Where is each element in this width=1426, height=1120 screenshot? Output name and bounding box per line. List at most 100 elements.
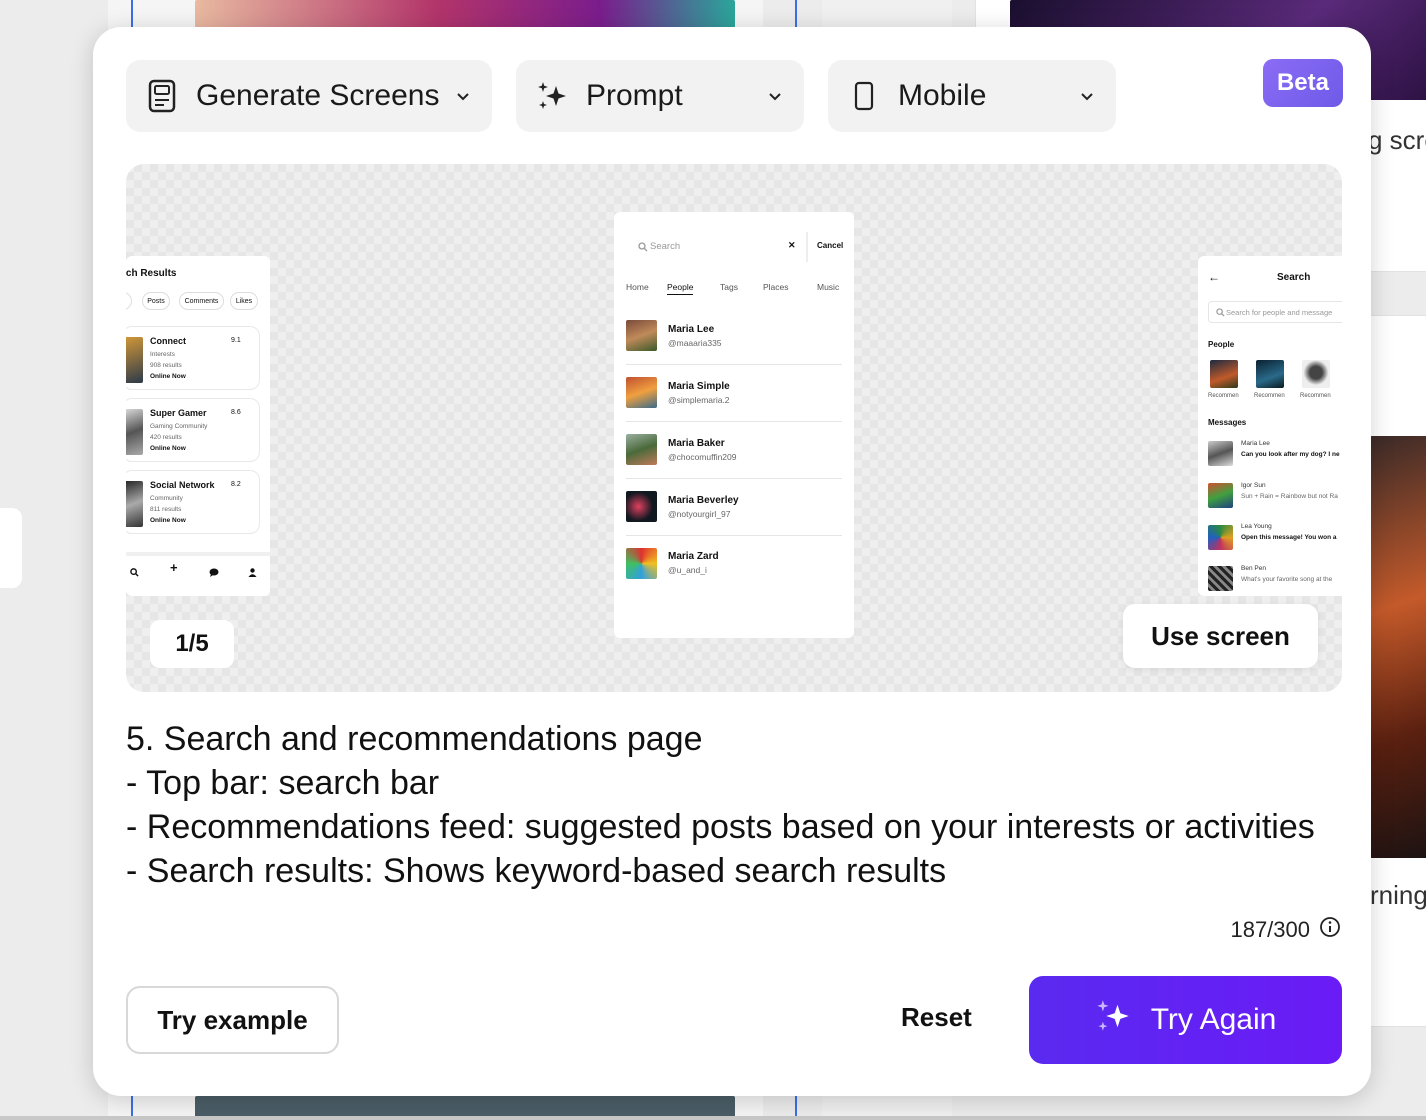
bottom-scrollbar[interactable]	[0, 1116, 1426, 1120]
add-icon[interactable]: +	[170, 560, 178, 575]
filter-pill: Comments	[179, 292, 224, 310]
result-thumbnail	[126, 409, 143, 455]
tab-tags[interactable]: Tags	[720, 282, 738, 292]
search-icon[interactable]	[130, 568, 139, 579]
prompt-line: - Search results: Shows keyword-based se…	[126, 852, 947, 890]
phone-icon	[848, 78, 880, 114]
result-count: 908 results	[150, 362, 182, 369]
person-handle: @u_and_i	[668, 565, 707, 575]
sparkle-icon	[536, 78, 568, 114]
try-again-button[interactable]: Try Again	[1029, 976, 1342, 1064]
close-icon[interactable]: ✕	[788, 240, 796, 251]
screens-icon	[146, 78, 178, 114]
message-row[interactable]: Igor Sun Sun + Rain = Rainbow but not Ra	[1208, 480, 1342, 520]
bottom-nav: +	[126, 552, 270, 596]
preview-screen-center[interactable]: Search ✕ Cancel Home People Tags Places …	[614, 212, 854, 638]
background-image	[195, 0, 735, 28]
tab-music[interactable]: Music	[817, 282, 839, 292]
person-name: Maria Beverley	[668, 495, 739, 506]
try-example-button[interactable]: Try example	[126, 986, 339, 1054]
avatar	[1208, 566, 1233, 591]
message-preview: What's your favorite song at the	[1241, 576, 1333, 583]
messages-heading: Messages	[1208, 418, 1247, 427]
search-icon	[1216, 308, 1225, 319]
info-icon[interactable]	[1319, 916, 1341, 938]
message-preview: Open this message! You won a	[1241, 534, 1337, 541]
preview-screen-right[interactable]: ← Search Search for people and message P…	[1198, 256, 1342, 596]
search-icon	[638, 242, 648, 254]
result-score: 9.1	[231, 337, 241, 344]
tab-places[interactable]: Places	[763, 282, 789, 292]
message-sender: Maria Lee	[1241, 440, 1270, 447]
chevron-down-icon	[766, 90, 784, 102]
try-again-label: Try Again	[1150, 1003, 1277, 1036]
screen-preview-carousel[interactable]: rch Results Posts Comments Likes Connect…	[126, 164, 1342, 692]
avatar	[1208, 525, 1233, 550]
result-status: Online Now	[150, 373, 186, 380]
avatar	[626, 434, 657, 465]
prompt-text[interactable]: 5. Search and recommendations page - Top…	[126, 717, 1342, 893]
person-row[interactable]: Maria Lee @maaaria335	[626, 308, 842, 365]
avatar	[626, 377, 657, 408]
person-name: Maria Zard	[668, 551, 719, 562]
chevron-down-icon	[454, 90, 472, 102]
preview-screen-left[interactable]: rch Results Posts Comments Likes Connect…	[126, 256, 270, 596]
tab-home[interactable]: Home	[626, 282, 649, 292]
avatar	[1208, 441, 1233, 466]
tab-people[interactable]: People	[667, 282, 694, 295]
recommended-avatar[interactable]	[1256, 360, 1284, 388]
result-name: Social Network	[150, 480, 215, 490]
person-handle: @simplemaria.2	[668, 395, 730, 405]
result-status: Online Now	[150, 445, 186, 452]
message-sender: Igor Sun	[1241, 482, 1266, 489]
person-row[interactable]: Maria Zard @u_and_i	[626, 536, 842, 593]
chevron-down-icon	[1078, 90, 1096, 102]
person-name: Maria Simple	[668, 381, 730, 392]
character-count: 187/300	[1230, 917, 1310, 942]
search-bar[interactable]: Search for people and message	[1208, 301, 1342, 323]
recommended-avatar[interactable]	[1302, 360, 1330, 388]
person-row[interactable]: Maria Simple @simplemaria.2	[626, 365, 842, 422]
person-name: Maria Baker	[668, 438, 725, 449]
cancel-link[interactable]: Cancel	[817, 241, 843, 250]
result-card: Super Gamer Gaming Community 420 results…	[126, 398, 260, 462]
recommended-avatar[interactable]	[1210, 360, 1238, 388]
chat-icon[interactable]	[209, 568, 219, 579]
background-text: rning	[1370, 880, 1426, 910]
result-sub: Gaming Community	[150, 423, 208, 430]
message-row[interactable]: Ben Pen What's your favorite song at the	[1208, 563, 1342, 596]
message-row[interactable]: Lea Young Open this message! You won a	[1208, 522, 1342, 562]
message-sender: Lea Young	[1241, 523, 1272, 530]
mode-label: Generate Screens	[196, 79, 440, 112]
result-card: Connect Interests 908 results Online Now…	[126, 326, 260, 390]
screen-title: Search	[1277, 272, 1311, 283]
back-arrow-icon[interactable]: ←	[1208, 270, 1220, 284]
recommended-label: Recommen	[1254, 393, 1285, 399]
screen-counter: 1/5	[150, 620, 234, 668]
search-placeholder: Search	[650, 241, 681, 252]
avatar	[1208, 483, 1233, 508]
avatar	[626, 320, 657, 351]
sparkle-icon	[1095, 998, 1131, 1042]
prompt-line: - Recommendations feed: suggested posts …	[126, 808, 1315, 846]
person-handle: @notyourgirl_97	[668, 509, 731, 519]
person-handle: @chocomuffin209	[668, 452, 737, 462]
person-row[interactable]: Maria Beverley @notyourgirl_97	[626, 479, 842, 536]
filter-pill: Likes	[230, 292, 258, 310]
message-sender: Ben Pen	[1241, 565, 1266, 572]
mode-dropdown[interactable]: Generate Screens	[126, 60, 492, 132]
person-handle: @maaaria335	[668, 338, 722, 348]
reset-button[interactable]: Reset	[901, 1002, 972, 1033]
use-screen-button[interactable]: Use screen	[1123, 604, 1318, 668]
side-panel-handle[interactable]	[0, 508, 22, 588]
result-name: Connect	[150, 336, 186, 346]
message-row[interactable]: Maria Lee Can you look after my dog? I n…	[1208, 438, 1342, 478]
profile-icon[interactable]	[248, 568, 257, 579]
result-count: 420 results	[150, 434, 182, 441]
filter-pill: Posts	[142, 292, 170, 310]
person-row[interactable]: Maria Baker @chocomuffin209	[626, 422, 842, 479]
search-bar[interactable]: Search ✕	[624, 232, 808, 262]
device-dropdown[interactable]: Mobile	[828, 60, 1116, 132]
message-preview: Can you look after my dog? I ne	[1241, 451, 1340, 458]
input-type-dropdown[interactable]: Prompt	[516, 60, 804, 132]
